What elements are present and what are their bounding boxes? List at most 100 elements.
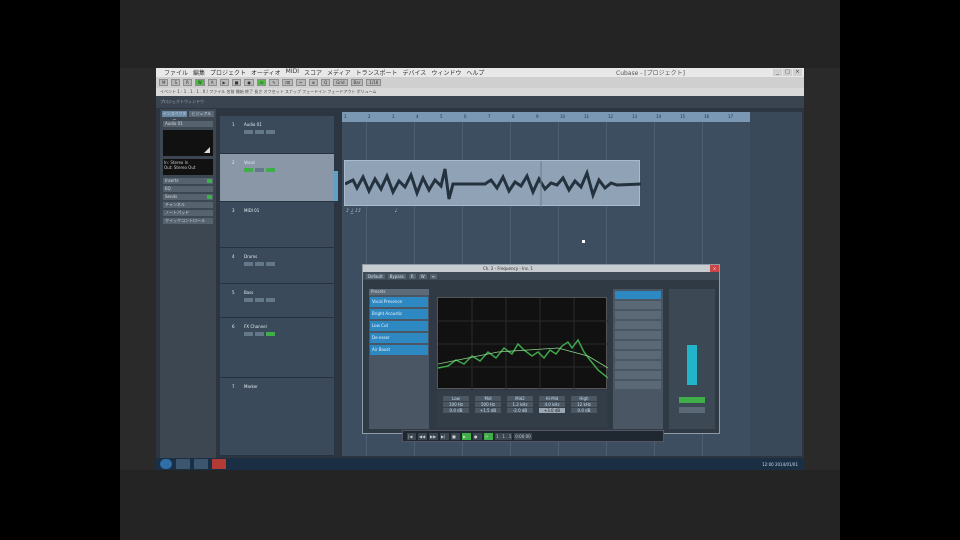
audio-event[interactable] — [344, 160, 642, 207]
position-display[interactable]: 1 . 1 . 1 — [495, 432, 513, 440]
output-option-button[interactable] — [679, 407, 705, 413]
track-list-scrollbar[interactable] — [334, 116, 338, 456]
list-item[interactable]: Vocal Presence — [370, 297, 428, 307]
menu-item[interactable]: ヘルプ — [466, 68, 484, 77]
go-to-start-button[interactable]: |◀ — [407, 432, 416, 440]
menu-item[interactable]: 編集 — [193, 68, 205, 77]
menu-item[interactable]: トランスポート — [356, 68, 398, 77]
inspector-section-eq[interactable]: EQ — [163, 186, 213, 192]
band-row[interactable] — [615, 321, 661, 329]
track-row[interactable]: 4 Drums — [220, 248, 336, 284]
band-gain[interactable]: 0.0 dB — [443, 408, 469, 413]
bypass-button[interactable]: Bypass — [387, 273, 406, 279]
zoom-tool[interactable]: ⊕ — [308, 79, 318, 86]
band-row[interactable] — [615, 361, 661, 369]
track-row[interactable]: 1 Audio 01 — [220, 116, 336, 154]
mute-button[interactable] — [244, 130, 253, 134]
band-row[interactable] — [615, 351, 661, 359]
quantize-button[interactable]: Q — [320, 79, 331, 86]
band-gain[interactable]: +1.5 dB — [475, 408, 501, 413]
time-display[interactable]: 0:00:00 — [514, 432, 532, 440]
plugin-window[interactable]: Ch. 2 - Frequency - Ins. 1 × Default Byp… — [362, 264, 720, 434]
inspector-section-channel[interactable]: チャンネル — [163, 202, 213, 208]
maximize-icon[interactable]: □ — [783, 69, 792, 76]
spectrum-display[interactable] — [437, 297, 609, 390]
track-name[interactable]: Bass — [244, 290, 253, 295]
band-gain[interactable]: 0.0 dB — [571, 408, 597, 413]
mute-button[interactable] — [244, 262, 253, 266]
mute-button[interactable] — [244, 332, 253, 336]
toolbar-button[interactable]: W — [194, 79, 205, 86]
menu-icon[interactable]: ≡ — [429, 273, 438, 279]
track-row-selected[interactable]: 2 Vocal — [220, 154, 336, 202]
preset-select[interactable]: Default — [366, 273, 385, 279]
band-frequency[interactable]: 1.2 kHz — [507, 402, 533, 407]
menu-item[interactable]: デバイス — [402, 68, 426, 77]
rewind-button[interactable]: ◀◀ — [418, 432, 427, 440]
inspector-section-sends[interactable]: Sends — [163, 194, 213, 200]
toolbar-button[interactable]: R — [183, 79, 192, 86]
start-button-icon[interactable] — [160, 459, 172, 469]
output-toggle-button[interactable] — [679, 397, 705, 403]
taskbar-explorer-icon[interactable] — [176, 459, 190, 469]
scrollbar-thumb[interactable] — [334, 171, 338, 201]
band-gain[interactable]: +3.0 dB — [539, 408, 565, 413]
record-enable-button[interactable] — [266, 130, 275, 134]
solo-button[interactable] — [255, 262, 264, 266]
band-row[interactable] — [615, 331, 661, 339]
grid-select[interactable]: Grid — [333, 79, 348, 86]
quantize-select[interactable]: 1/16 — [366, 79, 382, 86]
stop-button[interactable]: ■ — [231, 79, 242, 86]
menu-item[interactable]: ウィンドウ — [431, 68, 461, 77]
midi-part[interactable]: ♪ ♩̲ ♪♪ ♩ — [346, 208, 397, 214]
list-item[interactable]: De-esser — [370, 333, 428, 343]
system-tray-clock[interactable]: 12:00 2014/01/01 — [762, 462, 798, 467]
menu-item[interactable]: プロジェクト — [210, 68, 246, 77]
close-icon[interactable]: × — [710, 265, 719, 272]
solo-button[interactable] — [255, 130, 264, 134]
read-automation-button[interactable]: R — [408, 273, 416, 279]
record-button[interactable]: ● — [473, 432, 482, 440]
band-row[interactable] — [615, 371, 661, 379]
timeline-ruler[interactable]: 1 2 3 4 5 6 7 8 9 10 11 12 13 14 15 16 1… — [342, 112, 750, 122]
menu-item[interactable]: メディア — [327, 68, 351, 77]
mute-button[interactable] — [244, 298, 253, 302]
record-enable-button[interactable] — [266, 262, 275, 266]
taskbar-folder-icon[interactable] — [194, 459, 208, 469]
band-frequency[interactable]: 12 kHz — [571, 402, 597, 407]
inspector-section-inserts[interactable]: Inserts — [163, 178, 213, 184]
solo-button[interactable] — [255, 168, 264, 172]
taskbar-cubase-icon[interactable] — [212, 459, 226, 469]
inspector-track-name[interactable]: Audio 01 — [163, 121, 213, 127]
tab-inspector[interactable]: インスペクター — [162, 111, 187, 122]
erase-tool[interactable]: ⌫ — [281, 79, 294, 86]
track-name[interactable]: Marker — [244, 384, 258, 389]
play-button[interactable]: ▶ — [219, 79, 229, 86]
menu-item[interactable]: オーディオ — [251, 68, 281, 77]
output-routing[interactable]: Out: Stereo Out — [164, 165, 212, 170]
track-name[interactable]: MIDI 01 — [244, 208, 259, 213]
band-row[interactable] — [615, 291, 661, 299]
menu-item[interactable]: スコア — [304, 68, 322, 77]
write-automation-button[interactable]: W — [418, 273, 427, 279]
record-enable-button[interactable] — [266, 298, 275, 302]
list-item[interactable]: Low Cut — [370, 321, 428, 331]
list-item[interactable]: Air Boost — [370, 345, 428, 355]
split-tool[interactable]: ✂ — [296, 79, 306, 86]
inspector-section-quick-controls[interactable]: クイックコントロール — [163, 218, 213, 224]
stop-button[interactable]: ■ — [451, 432, 460, 440]
menu-item[interactable]: MIDI — [286, 68, 299, 77]
toolbar-button[interactable]: S — [171, 79, 180, 86]
record-button[interactable]: ● — [244, 79, 254, 86]
track-name[interactable]: Audio 01 — [244, 122, 262, 127]
band-frequency[interactable]: 100 Hz — [443, 402, 469, 407]
band-frequency[interactable]: 500 Hz — [475, 402, 501, 407]
band-gain[interactable]: -2.0 dB — [507, 408, 533, 413]
cycle-button[interactable]: ⟳ — [484, 432, 493, 440]
list-item[interactable]: Bright Acoustic — [370, 309, 428, 319]
inspector-section-notepad[interactable]: ノートパッド — [163, 210, 213, 216]
solo-button[interactable] — [255, 298, 264, 302]
fast-forward-button[interactable]: ▶▶ — [429, 432, 438, 440]
band-row[interactable] — [615, 341, 661, 349]
grid-type-select[interactable]: Bar — [350, 79, 364, 86]
